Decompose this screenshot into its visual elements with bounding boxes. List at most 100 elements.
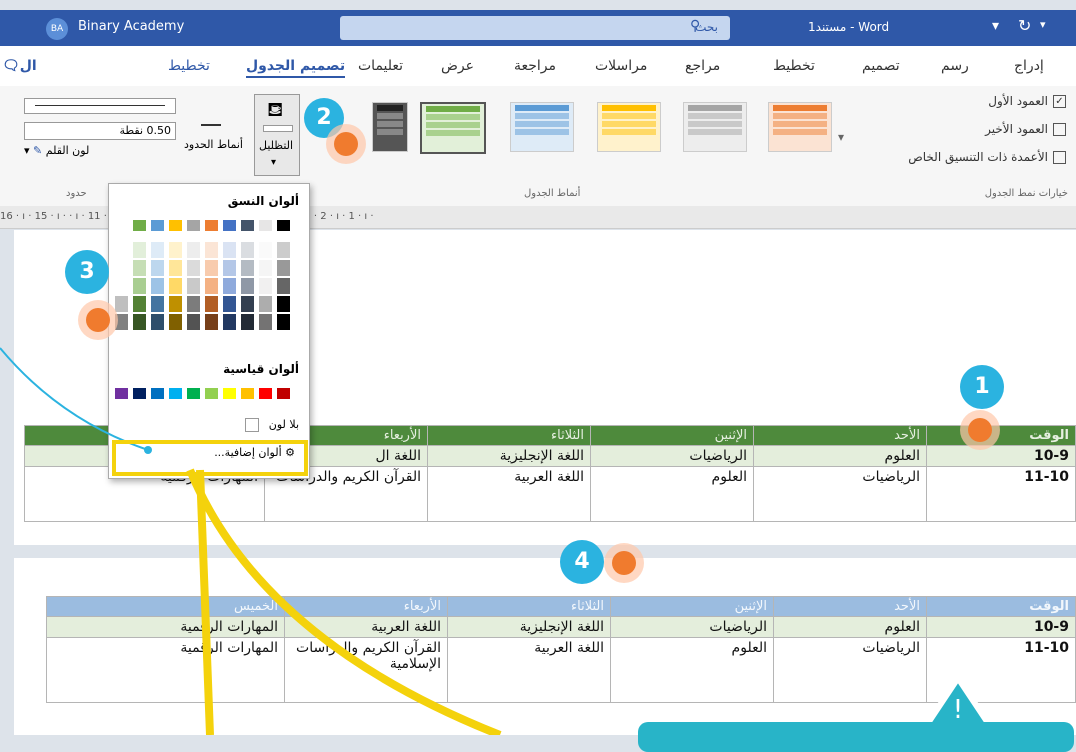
first-column-checkbox[interactable]: ✓العمود الأول: [988, 94, 1066, 108]
account-logo[interactable]: BA: [46, 18, 68, 40]
color-shade-swatch[interactable]: [133, 296, 146, 312]
color-swatch[interactable]: [277, 388, 290, 399]
color-shade-swatch[interactable]: [259, 278, 272, 294]
header-cell[interactable]: الوقت: [926, 596, 1076, 617]
tab-mailings[interactable]: مراسلات: [595, 58, 647, 74]
color-shade-swatch[interactable]: [205, 278, 218, 294]
color-swatch[interactable]: [187, 220, 200, 231]
pen-color-button[interactable]: ▾ ✎ لون القلم: [24, 144, 89, 157]
color-shade-swatch[interactable]: [259, 242, 272, 258]
color-shade-swatch[interactable]: [133, 242, 146, 258]
tab-table-design[interactable]: تصميم الجدول: [246, 58, 346, 78]
color-shade-swatch[interactable]: [187, 278, 200, 294]
table-cell[interactable]: الرياضيات: [773, 637, 927, 703]
table-cell[interactable]: القرآن الكريم والدراسات الإسلامية: [284, 637, 448, 703]
table-cell[interactable]: 10-9: [926, 445, 1076, 467]
color-shade-swatch[interactable]: [223, 314, 236, 330]
last-column-checkbox[interactable]: العمود الأخير: [985, 122, 1066, 136]
tab-references[interactable]: مراجع: [685, 58, 720, 74]
line-weight-select[interactable]: 0.50 نقطة: [24, 122, 176, 140]
tab-review[interactable]: مراجعة: [514, 58, 556, 74]
table-cell[interactable]: العلوم: [753, 445, 927, 467]
table-cell[interactable]: الرياضيات: [590, 445, 754, 467]
color-swatch[interactable]: [223, 388, 236, 399]
color-shade-swatch[interactable]: [169, 242, 182, 258]
color-shade-swatch[interactable]: [241, 242, 254, 258]
tab-design[interactable]: تصميم: [862, 58, 900, 74]
table-cell[interactable]: العلوم: [610, 637, 774, 703]
table-style-dark[interactable]: [372, 102, 408, 152]
line-style-select[interactable]: [24, 98, 176, 114]
color-shade-swatch[interactable]: [169, 278, 182, 294]
table-style-blue[interactable]: [510, 102, 574, 152]
table-cell[interactable]: اللغة العربية: [427, 466, 591, 522]
customize-icon[interactable]: ▾: [992, 18, 999, 34]
color-shade-swatch[interactable]: [133, 260, 146, 276]
table-cell[interactable]: 11-10: [926, 637, 1076, 703]
table-cell[interactable]: المهارات الرقمية: [46, 616, 285, 638]
color-shade-swatch[interactable]: [187, 242, 200, 258]
color-shade-swatch[interactable]: [259, 260, 272, 276]
color-shade-swatch[interactable]: [169, 260, 182, 276]
color-shade-swatch[interactable]: [241, 278, 254, 294]
header-cell[interactable]: الوقت: [926, 425, 1076, 446]
color-swatch[interactable]: [205, 220, 218, 231]
color-shade-swatch[interactable]: [223, 296, 236, 312]
color-shade-swatch[interactable]: [187, 260, 200, 276]
table-cell[interactable]: اللغة العربية: [447, 637, 611, 703]
color-swatch[interactable]: [115, 388, 128, 399]
table-cell[interactable]: العلوم: [773, 616, 927, 638]
tab-draw[interactable]: رسم: [941, 58, 969, 74]
redo-icon[interactable]: ↻: [1018, 16, 1031, 35]
color-shade-swatch[interactable]: [151, 278, 164, 294]
search-input[interactable]: ⚲ بحث: [340, 16, 730, 40]
color-swatch[interactable]: [151, 388, 164, 399]
table-style-orange[interactable]: [768, 102, 832, 152]
color-swatch[interactable]: [133, 388, 146, 399]
table-style-gray[interactable]: [683, 102, 747, 152]
table-cell[interactable]: اللغة العربية: [284, 616, 448, 638]
color-swatch[interactable]: [169, 388, 182, 399]
color-shade-swatch[interactable]: [205, 314, 218, 330]
color-shade-swatch[interactable]: [205, 242, 218, 258]
table-cell[interactable]: العلوم: [590, 466, 754, 522]
color-swatch[interactable]: [205, 388, 218, 399]
color-swatch[interactable]: [169, 220, 182, 231]
header-cell[interactable]: الأربعاء: [284, 596, 448, 617]
color-swatch[interactable]: [241, 388, 254, 399]
chevron-down-icon[interactable]: ▾: [1040, 18, 1046, 31]
color-shade-swatch[interactable]: [115, 242, 128, 258]
tab-help[interactable]: تعليمات: [358, 58, 403, 74]
table-style-green-selected[interactable]: [420, 102, 486, 154]
tab-layout[interactable]: تخطيط: [773, 58, 815, 74]
header-cell[interactable]: الإثنين: [590, 425, 754, 446]
color-shade-swatch[interactable]: [115, 278, 128, 294]
header-cell[interactable]: الأحد: [753, 425, 927, 446]
color-shade-swatch[interactable]: [241, 296, 254, 312]
color-shade-swatch[interactable]: [241, 260, 254, 276]
color-swatch[interactable]: [115, 220, 128, 231]
header-cell[interactable]: الثلاثاء: [427, 425, 591, 446]
color-shade-swatch[interactable]: [115, 260, 128, 276]
border-styles-icon[interactable]: [201, 98, 221, 126]
table-cell[interactable]: المهارات الرقمية: [46, 637, 285, 703]
color-swatch[interactable]: [241, 220, 254, 231]
color-shade-swatch[interactable]: [277, 260, 290, 276]
table-cell[interactable]: الرياضيات: [610, 616, 774, 638]
color-swatch[interactable]: [259, 220, 272, 231]
color-shade-swatch[interactable]: [151, 314, 164, 330]
color-shade-swatch[interactable]: [151, 260, 164, 276]
color-shade-swatch[interactable]: [151, 242, 164, 258]
no-color-option[interactable]: بلا لون: [245, 418, 299, 432]
tab-insert[interactable]: إدراج: [1014, 58, 1044, 74]
table-cell[interactable]: اللغة الإنجليزية: [447, 616, 611, 638]
header-cell[interactable]: الخميس: [46, 596, 285, 617]
color-shade-swatch[interactable]: [277, 278, 290, 294]
color-shade-swatch[interactable]: [277, 242, 290, 258]
color-shade-swatch[interactable]: [223, 278, 236, 294]
tab-layout-table[interactable]: تخطيط: [168, 58, 210, 74]
color-shade-swatch[interactable]: [151, 296, 164, 312]
table-cell[interactable]: 11-10: [926, 466, 1076, 522]
color-shade-swatch[interactable]: [205, 260, 218, 276]
color-shade-swatch[interactable]: [259, 314, 272, 330]
